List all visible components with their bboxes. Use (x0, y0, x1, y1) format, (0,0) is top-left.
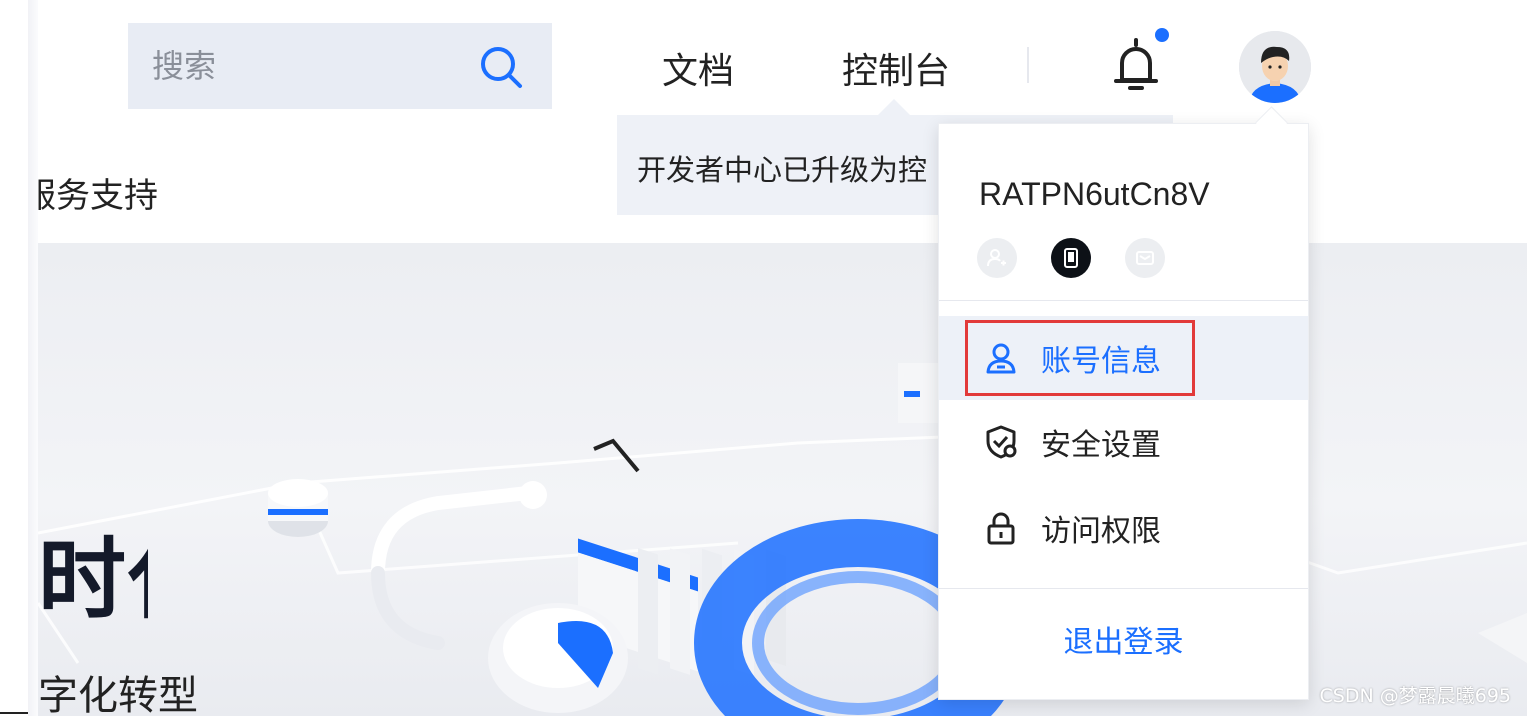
lock-icon (987, 512, 1015, 545)
upgrade-banner-text: 开发者中心已升级为控 (637, 153, 928, 187)
avatar-image (1239, 31, 1311, 103)
menu-item-label: 安全设置 (1041, 428, 1161, 463)
dropdown-divider (939, 300, 1308, 301)
menu-item-label: 账号信息 (1041, 344, 1161, 379)
hero-subtitle: 字化转型 (38, 673, 198, 716)
username: RATPN6utCn8V (979, 176, 1210, 212)
menu-item-label: 访问权限 (1041, 514, 1161, 549)
hero-title: 时代 (38, 528, 148, 631)
phone-bound-icon[interactable] (1051, 238, 1091, 278)
nav-console[interactable]: 控制台 (842, 42, 950, 94)
user-dropdown-menu: RATPN6utCn8V 账号信息 安全设置 访问权限 退出登录 (938, 123, 1309, 700)
bell-icon[interactable] (1110, 36, 1162, 96)
search-icon[interactable] (478, 44, 524, 90)
banner-caret (878, 99, 910, 115)
realname-verify-icon[interactable] (977, 238, 1017, 278)
nav-docs[interactable]: 文档 (662, 42, 734, 94)
search-input[interactable] (128, 23, 458, 109)
dropdown-divider (939, 588, 1308, 589)
menu-item-security-settings[interactable]: 安全设置 (939, 400, 1308, 484)
avatar[interactable] (1239, 31, 1311, 103)
menu-item-account-info[interactable]: 账号信息 (939, 316, 1308, 400)
edge-shadow (28, 0, 38, 716)
menu-item-access-permissions[interactable]: 访问权限 (939, 486, 1308, 570)
edge-underline (0, 712, 28, 714)
watermark: CSDN @梦露晨曦695 (1319, 685, 1511, 707)
user-icon (986, 343, 1016, 374)
shield-gear-icon (986, 425, 1017, 459)
nav-divider (1027, 47, 1029, 83)
logout-button[interactable]: 退出登录 (939, 617, 1308, 661)
page-left-edge (0, 0, 38, 716)
email-bound-icon[interactable] (1125, 238, 1165, 278)
notification-dot (1155, 28, 1169, 42)
